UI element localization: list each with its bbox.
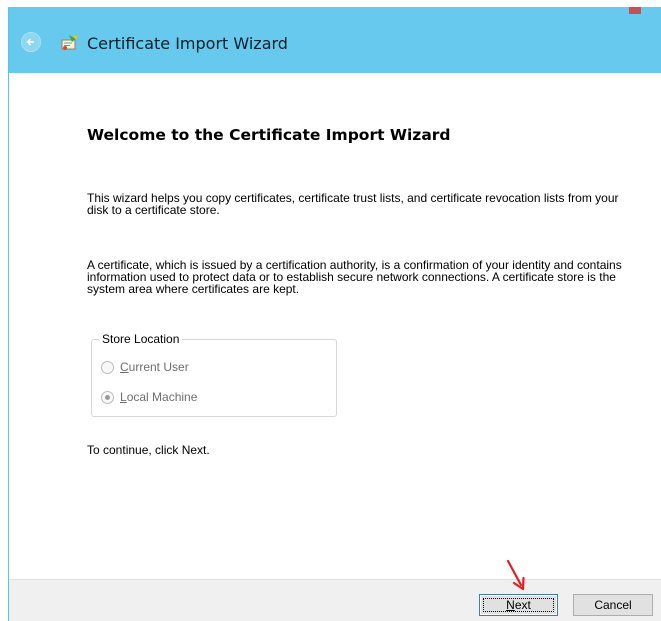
title-bar: Certificate Import Wizard (9, 7, 661, 73)
wizard-window: Certificate Import Wizard Welcome to the… (8, 7, 661, 621)
local-machine-radio[interactable]: Local Machine (101, 389, 197, 405)
local-machine-label: Local Machine (120, 390, 198, 404)
continue-instruction: To continue, click Next. (87, 443, 210, 457)
intro-paragraph: This wizard helps you copy certificates,… (87, 191, 619, 217)
back-arrow-icon (26, 38, 34, 46)
window-title: Certificate Import Wizard (87, 34, 288, 53)
screen: Certificate Import Wizard Welcome to the… (0, 0, 661, 621)
wizard-heading: Welcome to the Certificate Import Wizard (87, 126, 451, 144)
red-arrow-icon (506, 559, 525, 591)
cancel-button[interactable]: Cancel (573, 594, 653, 616)
back-button[interactable] (21, 32, 41, 52)
current-user-label: Current User (120, 360, 189, 374)
wizard-content: Welcome to the Certificate Import Wizard… (9, 73, 661, 579)
store-location-group: Store Location Current User Local Machin… (91, 332, 337, 417)
focus-rectangle (483, 598, 554, 612)
wizard-footer: Next Cancel (9, 579, 661, 621)
close-button[interactable] (629, 7, 641, 14)
radio-unchecked-icon (101, 360, 114, 374)
current-user-radio[interactable]: Current User (101, 359, 189, 375)
next-button[interactable]: Next (479, 594, 558, 616)
radio-checked-icon (101, 390, 114, 404)
certificate-description-paragraph: A certificate, which is issued by a cert… (87, 258, 622, 296)
store-location-legend: Store Location (99, 332, 183, 346)
certificate-wizard-icon (61, 35, 78, 50)
